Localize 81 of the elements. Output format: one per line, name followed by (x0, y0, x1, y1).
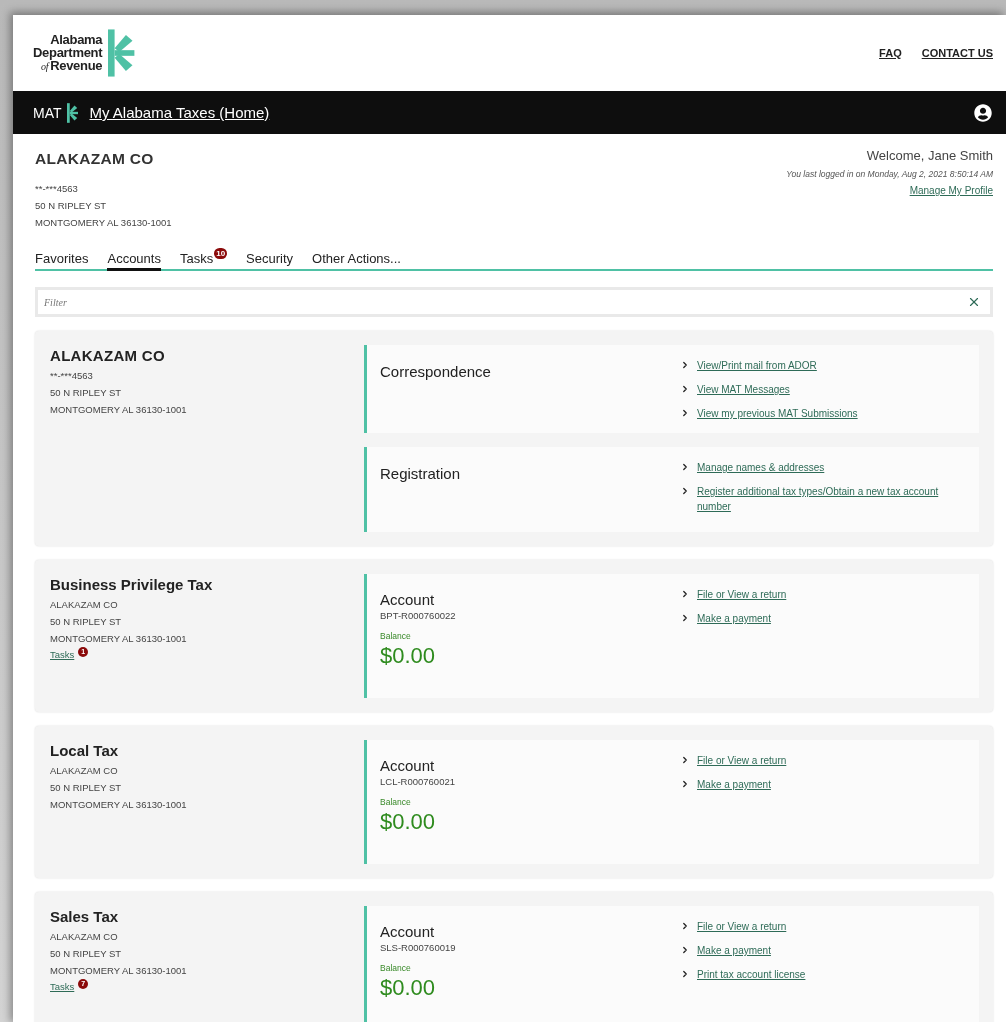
welcome-text: Welcome, Jane Smith (866, 148, 993, 163)
card-title: Local Tax (50, 742, 120, 759)
chevron-icon (680, 408, 690, 418)
chevron-icon (680, 486, 690, 496)
card-detail: 50 N RIPLEY ST (50, 947, 123, 961)
tab[interactable]: Tasks 10 (179, 251, 228, 271)
action-link[interactable]: Manage names & addresses (697, 460, 825, 475)
action-link[interactable]: File or View a return (697, 587, 787, 602)
header-link[interactable]: CONTACT US (921, 47, 993, 59)
card-detail: 50 N RIPLEY ST (50, 615, 123, 629)
panel-title: Registration (380, 465, 462, 482)
card-detail: MONTGOMERY AL 36130-1001 (50, 632, 188, 646)
account-number: LCL-R000760021 (380, 776, 456, 787)
company-name: ALAKAZAM CO (35, 150, 154, 168)
address-line: 50 N RIPLEY ST (35, 199, 107, 213)
action-link[interactable]: Make a payment (697, 777, 771, 792)
action-link[interactable]: Print tax account license (697, 967, 806, 982)
card-detail: ALAKAZAM CO (50, 764, 119, 778)
action-link[interactable]: View MAT Messages (697, 382, 790, 397)
card-detail: ALAKAZAM CO (50, 930, 119, 944)
chevron-icon (680, 462, 690, 472)
balance-amount: $0.00 (380, 809, 437, 835)
card-detail: ALAKAZAM CO (50, 598, 119, 612)
card-detail: MONTGOMERY AL 36130-1001 (50, 964, 188, 978)
chevron-icon (680, 945, 690, 955)
tab[interactable]: Other Actions... (312, 251, 401, 271)
chevron-icon (680, 589, 690, 599)
card-detail: MONTGOMERY AL 36130-1001 (50, 798, 188, 812)
tasks-link[interactable]: Tasks (50, 981, 75, 992)
panel-title: Account (380, 757, 436, 774)
account-number: SLS-R000760019 (380, 942, 457, 953)
balance-amount: $0.00 (380, 643, 437, 669)
last-login-text: You last logged in on Monday, Aug 2, 2021 8:50:14 AM (786, 169, 993, 179)
balance-label: Balance (380, 797, 412, 807)
card-detail: MONTGOMERY AL 36130-1001 (50, 403, 188, 417)
filter-field[interactable]: Filter (35, 287, 993, 317)
tab[interactable]: Accounts (107, 251, 161, 271)
site-abbreviation: MAT (33, 104, 62, 121)
action-link[interactable]: File or View a return (697, 753, 787, 768)
account-number: BPT-R000760022 (380, 610, 457, 621)
chevron-icon (680, 360, 690, 370)
chevron-icon (680, 384, 690, 394)
card-detail: 50 N RIPLEY ST (50, 781, 123, 795)
panel-title: Account (380, 591, 436, 608)
logo-mark-icon (66, 102, 78, 123)
chevron-icon (680, 613, 690, 623)
card-title: Sales Tax (50, 908, 120, 925)
balance-amount: $0.00 (380, 975, 437, 1001)
card-title: Business Privilege Tax (50, 576, 214, 593)
tab[interactable]: Security (246, 251, 294, 271)
chevron-icon (680, 969, 690, 979)
action-link[interactable]: View/Print mail from ADOR (697, 358, 817, 373)
action-link[interactable]: File or View a return (697, 919, 787, 934)
manage-profile-link[interactable]: Manage My Profile (909, 185, 993, 196)
balance-label: Balance (380, 631, 412, 641)
logo-text: Alabama (50, 33, 103, 46)
panel-title: Account (380, 923, 436, 940)
action-link[interactable]: Register additional tax types/Obtain a new tax account number (697, 484, 967, 514)
card-detail: **-***4563 (50, 369, 94, 383)
logo-text: Department (33, 46, 103, 59)
logo-mark-icon (108, 29, 135, 77)
user-button[interactable] (974, 103, 992, 122)
action-link[interactable]: View my previous MAT Submissions (697, 406, 858, 421)
logo-text: ofRevenue (40, 59, 103, 73)
card-title: ALAKAZAM CO (50, 347, 166, 364)
tasks-link[interactable]: Tasks (50, 649, 75, 660)
count-badge: 10 (214, 248, 228, 259)
balance-label: Balance (380, 963, 412, 973)
close-button[interactable] (967, 295, 981, 309)
action-link[interactable]: Make a payment (697, 611, 771, 626)
address-line: MONTGOMERY AL 36130-1001 (35, 216, 172, 230)
chevron-icon (680, 921, 690, 931)
card-detail: 50 N RIPLEY ST (50, 386, 123, 400)
header-link[interactable]: FAQ (879, 47, 902, 59)
panel-title: Correspondence (380, 363, 492, 380)
action-link[interactable]: Make a payment (697, 943, 771, 958)
masked-id: **-***4563 (35, 182, 78, 196)
chevron-icon (680, 755, 690, 765)
tab[interactable]: Favorites (35, 251, 89, 271)
home-link[interactable]: My Alabama Taxes (Home) (89, 104, 270, 121)
chevron-icon (680, 779, 690, 789)
